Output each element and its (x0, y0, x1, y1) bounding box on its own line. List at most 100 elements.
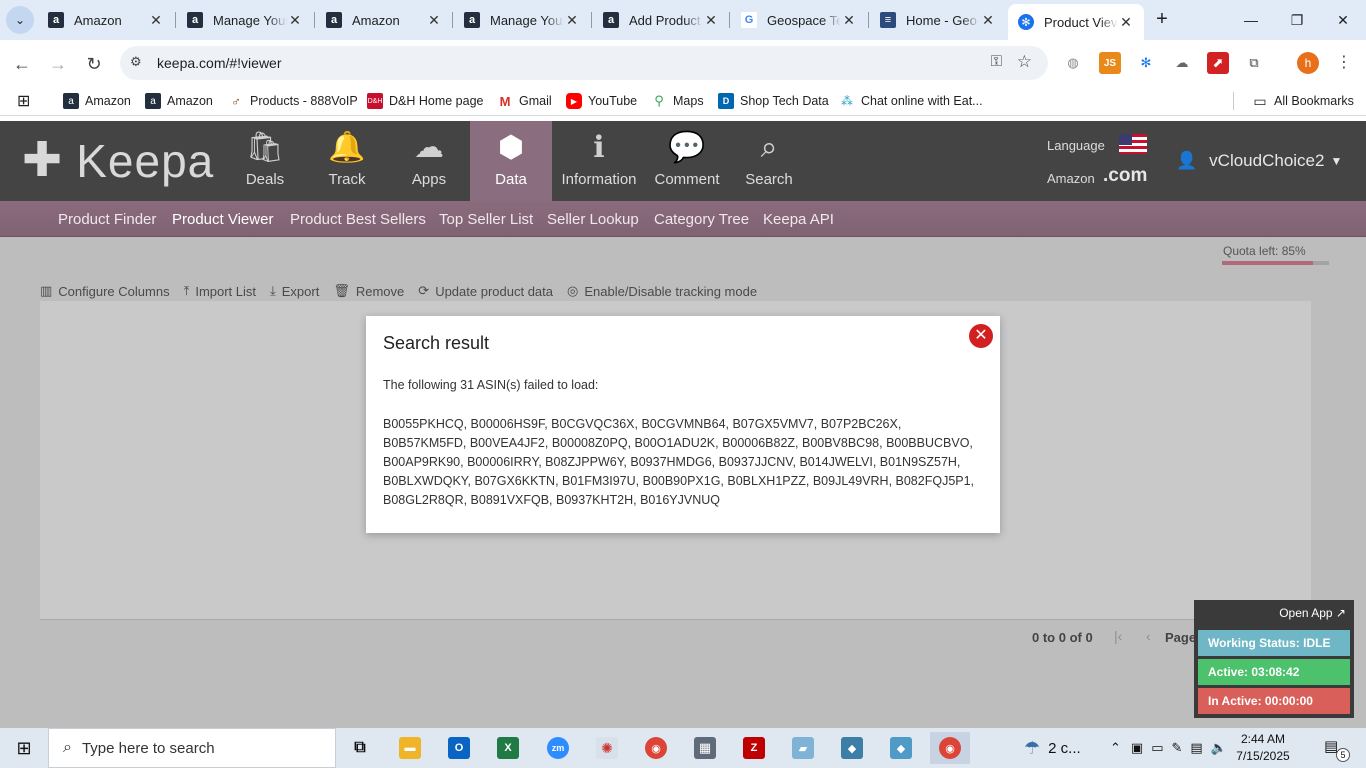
subnav-keepa-api[interactable]: Keepa API (763, 211, 834, 228)
prev-page-icon[interactable]: ‹ (1146, 628, 1151, 644)
volume-icon[interactable]: 🔈 (1211, 740, 1227, 756)
excel-icon[interactable]: X (488, 732, 528, 764)
battery-icon[interactable]: ▭ (1151, 740, 1163, 756)
chrome-profile-icon[interactable]: ◉ (636, 732, 676, 764)
remote-app-icon[interactable]: ◆ (832, 732, 872, 764)
restore-button[interactable]: ❐ (1274, 0, 1320, 40)
import-list-button[interactable]: ⤒ Import List (184, 283, 256, 299)
bookmark-item[interactable]: ♂ Products - 888VoIP (228, 92, 358, 110)
remove-button[interactable]: 🗑 Remove (333, 283, 404, 299)
bookmark-item[interactable]: ⚲ Maps (651, 92, 703, 110)
open-app-link[interactable]: Open App ↗ (1279, 606, 1346, 620)
browser-tab[interactable]: a Manage Your ✕ (177, 4, 313, 36)
close-window-button[interactable]: ✕ (1320, 0, 1366, 40)
forward-button[interactable]: → (44, 50, 72, 78)
back-button[interactable]: ← (8, 50, 36, 78)
browser-tab[interactable]: a Amazon ✕ (316, 4, 452, 36)
all-bookmarks[interactable]: ▭ All Bookmarks (1233, 92, 1354, 110)
extensions-puzzle-icon[interactable]: ⧉ (1243, 52, 1265, 74)
close-icon[interactable]: ✕ (564, 12, 580, 29)
close-icon[interactable]: ✕ (287, 12, 303, 29)
us-flag-icon[interactable] (1119, 134, 1147, 154)
export-button[interactable]: ⤓ Export (270, 283, 319, 299)
pen-icon[interactable]: ✎ (1172, 740, 1183, 756)
subnav-product-finder[interactable]: Product Finder (58, 211, 156, 228)
new-tab-button[interactable]: + (1150, 8, 1174, 32)
outlook-icon[interactable]: O (439, 732, 479, 764)
nav-information[interactable]: ℹ Information (552, 121, 646, 201)
nav-search[interactable]: ⌕ Search (728, 121, 810, 201)
nav-label: Comment (654, 171, 720, 188)
close-icon[interactable]: ✕ (969, 324, 993, 348)
remote-app-2-icon[interactable]: ◆ (881, 732, 921, 764)
apps-grid-icon[interactable]: ⊞ (17, 92, 30, 110)
globe-extension-icon[interactable]: ◍ (1062, 52, 1084, 74)
bookmark-item[interactable]: a Amazon (63, 92, 131, 110)
close-icon[interactable]: ✕ (1118, 14, 1134, 31)
bookmark-item[interactable]: a Amazon (145, 92, 213, 110)
reload-button[interactable]: ↻ (80, 50, 108, 78)
close-icon[interactable]: ✕ (980, 12, 996, 29)
chrome-icon[interactable]: ◉ (930, 732, 970, 764)
js-extension-icon[interactable]: JS (1099, 52, 1121, 74)
system-clock[interactable]: 2:44 AM 7/15/2025 (1226, 731, 1300, 765)
profile-avatar[interactable]: h (1297, 52, 1319, 74)
site-info-icon[interactable]: ⚙ (130, 54, 142, 70)
nav-data[interactable]: ⬢ Data (470, 121, 552, 201)
bookmark-item[interactable]: ▶ YouTube (566, 92, 637, 110)
cloud-extension-icon[interactable]: ☁ (1171, 52, 1193, 74)
subnav-category-tree[interactable]: Category Tree (654, 211, 749, 228)
browser-tab-active[interactable]: ✻ Product Viev ✕ (1008, 4, 1144, 40)
filezilla-icon[interactable]: Z (734, 732, 774, 764)
keepa-extension-icon[interactable]: ✻ (1135, 52, 1157, 74)
browser-tab[interactable]: a Amazon ✕ (38, 4, 174, 36)
subnav-product-viewer[interactable]: Product Viewer (164, 211, 281, 240)
browser-tab[interactable]: a Manage Your ✕ (454, 4, 590, 36)
taskbar-search[interactable]: ⌕ Type here to search (48, 728, 336, 768)
bookmark-item[interactable]: D Shop Tech Data (718, 92, 829, 110)
browser-tab[interactable]: a Add Product ✕ (593, 4, 729, 36)
address-bar[interactable]: ⚙ keepa.com/#!viewer ⚿ ☆ (120, 46, 1048, 80)
chevron-up-icon[interactable]: ⌃ (1110, 740, 1121, 756)
minimize-button[interactable]: — (1228, 0, 1274, 40)
subnav-top-seller-list[interactable]: Top Seller List (439, 211, 533, 228)
tracking-mode-button[interactable]: ◎ Enable/Disable tracking mode (567, 283, 757, 299)
user-menu[interactable]: 👤 vCloudChoice2 ▼ (1176, 151, 1342, 171)
weather-widget[interactable]: ☂ 2 c... (1024, 728, 1081, 768)
subnav-product-best-sellers[interactable]: Product Best Sellers (290, 211, 426, 228)
first-page-icon[interactable]: |‹ (1114, 628, 1122, 644)
calculator-icon[interactable]: ▦ (685, 732, 725, 764)
bookmark-item[interactable]: M Gmail (497, 92, 552, 110)
tab-search-button[interactable]: ⌄ (6, 6, 34, 34)
nav-track[interactable]: 🔔 Track (306, 121, 388, 201)
configure-columns-button[interactable]: ▥ Configure Columns (40, 283, 170, 299)
nav-deals[interactable]: 🛍 Deals (224, 121, 306, 201)
url-text[interactable]: keepa.com/#!viewer (157, 55, 282, 71)
bookmark-item[interactable]: D&H D&H Home page (367, 92, 484, 110)
close-icon[interactable]: ✕ (426, 12, 442, 29)
browser-tab[interactable]: G Geospace Te ✕ (731, 4, 867, 36)
close-icon[interactable]: ✕ (841, 12, 857, 29)
meet-now-icon[interactable]: ▣ (1131, 740, 1143, 756)
zoom-icon[interactable]: zm (538, 732, 578, 764)
task-view-icon[interactable]: ⧉ (340, 732, 380, 764)
network-icon[interactable]: ▤ (1190, 740, 1202, 756)
bookmark-star-icon[interactable]: ☆ (1017, 52, 1032, 72)
close-icon[interactable]: ✕ (703, 12, 719, 29)
domain-selector[interactable]: .com (1103, 165, 1147, 187)
keepa-logo[interactable]: ✚ Keepa (22, 135, 214, 187)
browser-menu-icon[interactable]: ⋮ (1336, 52, 1352, 72)
bookmark-item[interactable]: ⁂ Chat online with Eat... (839, 92, 983, 110)
close-icon[interactable]: ✕ (148, 12, 164, 29)
browser-tab[interactable]: ≡ Home - Geo ✕ (870, 4, 1006, 36)
nav-comment[interactable]: 💬 Comment (646, 121, 728, 201)
pdf-extension-icon[interactable]: ⬈ (1207, 52, 1229, 74)
notes-app-icon[interactable]: ▰ (783, 732, 823, 764)
update-product-data-button[interactable]: ⟳ Update product data (418, 283, 553, 299)
windows-start-icon[interactable]: ⊞ (0, 728, 48, 768)
key-icon[interactable]: ⚿ (991, 53, 1002, 70)
app-globe-icon[interactable]: ✺ (587, 732, 627, 764)
file-explorer-icon[interactable]: ▬ (390, 732, 430, 764)
nav-apps[interactable]: ☁ Apps (388, 121, 470, 201)
subnav-seller-lookup[interactable]: Seller Lookup (547, 211, 639, 228)
